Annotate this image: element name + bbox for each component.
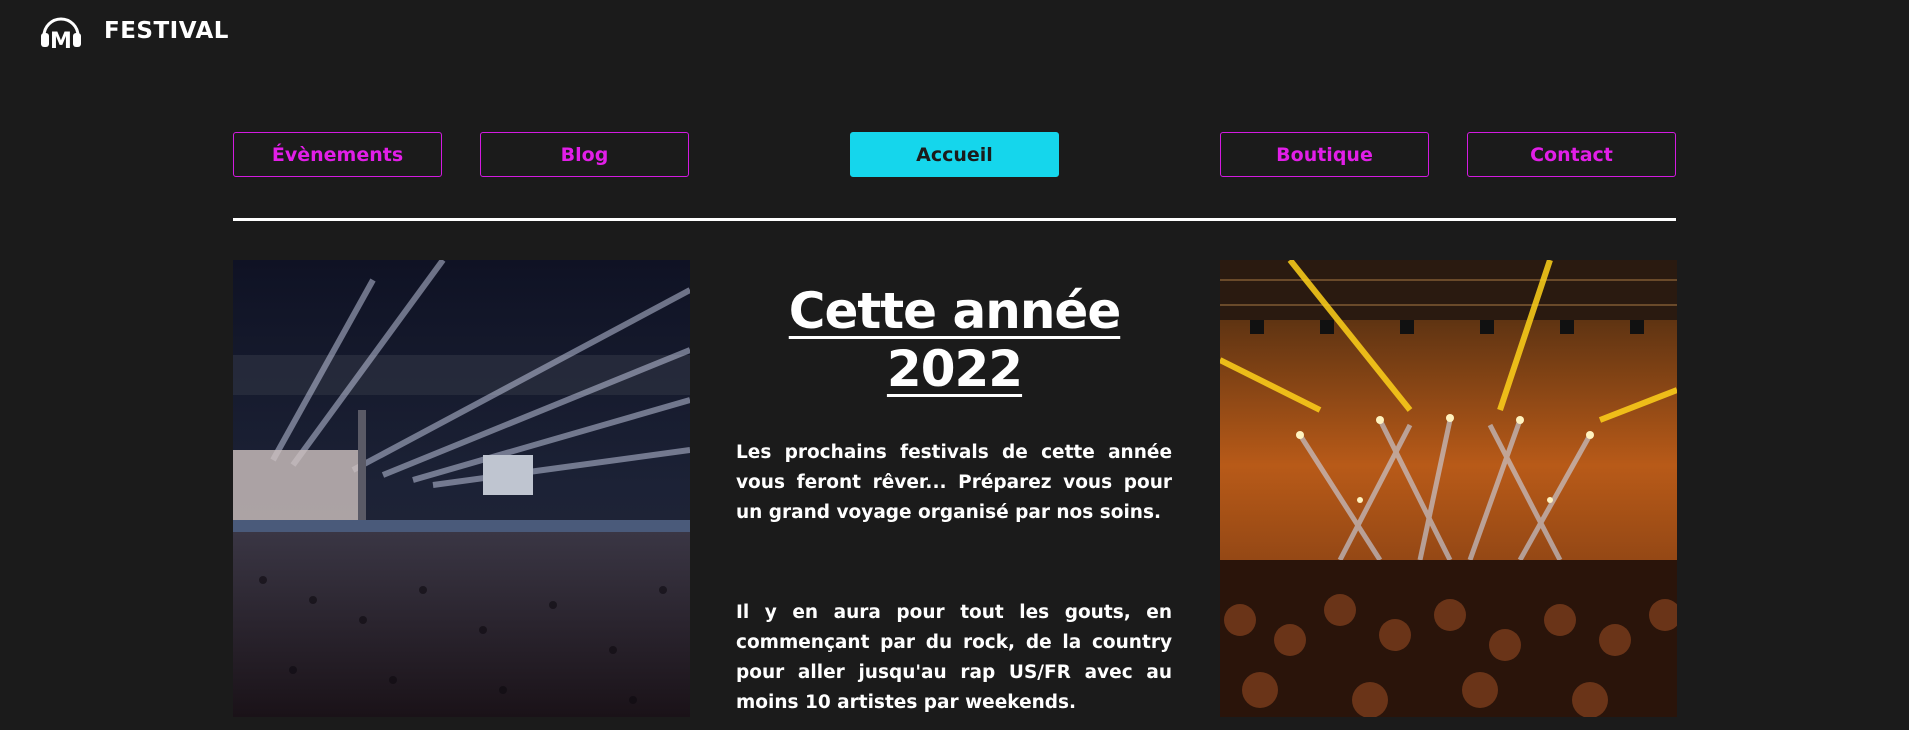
page-title: Cette année 2022 [788, 282, 1121, 398]
site-header: M FESTIVAL [38, 8, 229, 54]
intro-paragraph: Les prochains festivals de cette année v… [736, 442, 1172, 523]
concert-stadium-photo [233, 260, 690, 717]
concert-stage-lights-photo [1220, 260, 1677, 717]
nav-boutique-button[interactable]: Boutique [1220, 132, 1429, 177]
nav-contact-button[interactable]: Contact [1467, 132, 1676, 177]
nav-accueil-button[interactable]: Accueil [850, 132, 1059, 177]
nav-evenements-button[interactable]: Évènements [233, 132, 442, 177]
brand-name[interactable]: FESTIVAL [104, 18, 229, 44]
nav-divider [233, 218, 1676, 221]
svg-text:M: M [50, 29, 72, 54]
headphones-m-logo-icon[interactable]: M [38, 8, 84, 54]
genres-paragraph: Il y en aura pour tout les gouts, en com… [736, 602, 1172, 713]
nav-blog-button[interactable]: Blog [480, 132, 689, 177]
main-navigation: Évènements Blog Accueil Boutique Contact [233, 132, 1676, 177]
